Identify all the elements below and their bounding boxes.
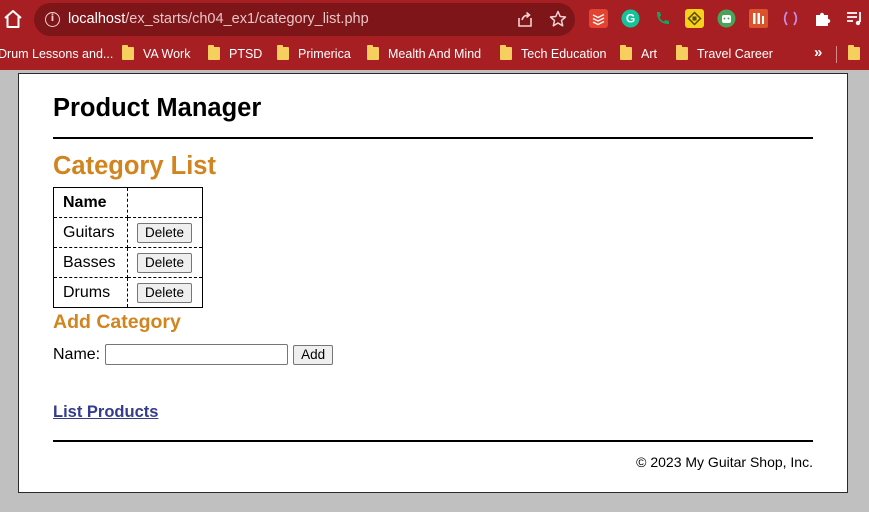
add-category-title: Add Category	[53, 311, 181, 333]
folder-icon	[848, 45, 860, 60]
table-row: Drums Delete	[53, 277, 203, 308]
list-products-link[interactable]: List Products	[53, 403, 158, 422]
bookmark-travel-career[interactable]: Travel Career	[676, 45, 773, 64]
category-table: Name Guitars Delete Basses Delete Drums …	[53, 187, 203, 308]
browser-toolbar: i localhost/ex_starts/ch04_ex1/category_…	[0, 0, 869, 38]
category-name: Guitars	[53, 217, 128, 248]
bookmark-mealth-and-mind[interactable]: Mealth And Mind	[367, 45, 481, 64]
add-button[interactable]: Add	[293, 344, 334, 365]
header-divider	[53, 137, 813, 139]
folder-icon	[208, 45, 220, 60]
bookmarks-divider	[836, 46, 837, 63]
svg-text:G: G	[626, 12, 635, 26]
todoist-icon[interactable]	[589, 9, 608, 28]
footer-divider	[53, 440, 813, 442]
bookmark-art[interactable]: Art	[620, 45, 657, 64]
column-header-actions	[127, 187, 203, 218]
share-icon[interactable]	[515, 10, 535, 30]
page-content: Product Manager Category List Name Guita…	[18, 73, 848, 493]
qr-icon[interactable]	[685, 9, 704, 28]
folder-icon	[367, 45, 379, 60]
phone-icon[interactable]	[653, 9, 672, 28]
folder-icon	[277, 45, 289, 60]
table-header-row: Name	[53, 187, 203, 218]
name-label: Name:	[53, 345, 101, 363]
bar-icon[interactable]	[749, 9, 768, 28]
bookmark-ptsd[interactable]: PTSD	[208, 45, 262, 64]
delete-button[interactable]: Delete	[137, 282, 193, 303]
url-text[interactable]: localhost/ex_starts/ch04_ex1/category_li…	[68, 11, 369, 27]
address-bar[interactable]: i localhost/ex_starts/ch04_ex1/category_…	[34, 3, 575, 36]
folder-icon	[676, 45, 688, 60]
footer-copyright: © 2023 My Guitar Shop, Inc.	[636, 454, 813, 470]
delete-button[interactable]: Delete	[137, 252, 193, 273]
table-row: Guitars Delete	[53, 217, 203, 248]
puzzle-icon[interactable]	[813, 9, 832, 28]
bookmark-star-icon[interactable]	[548, 9, 568, 29]
robot-icon[interactable]	[717, 9, 736, 28]
bookmark-va-work[interactable]: VA Work	[122, 45, 190, 64]
bookmark-drum-lessons[interactable]: Drum Lessons and...	[0, 46, 113, 64]
category-name: Drums	[53, 277, 128, 308]
bookmark-tech-education[interactable]: Tech Education	[500, 45, 606, 64]
table-row: Basses Delete	[53, 247, 203, 278]
delete-button[interactable]: Delete	[137, 222, 193, 243]
info-icon[interactable]: i	[45, 12, 60, 27]
bookmark-primerica[interactable]: Primerica	[277, 45, 351, 64]
folder-icon	[122, 45, 134, 60]
section-title: Category List	[53, 152, 216, 180]
more-bookmarks-button[interactable]: »	[814, 44, 822, 61]
add-category-form: Name: Add	[53, 344, 334, 365]
app-title: Product Manager	[53, 94, 262, 122]
folder-icon	[620, 45, 632, 60]
column-header-name: Name	[53, 187, 128, 218]
reading-list-icon[interactable]	[845, 9, 864, 28]
category-name-input[interactable]	[105, 344, 289, 365]
grammarly-icon[interactable]: G	[621, 9, 640, 28]
brackets-icon[interactable]	[781, 9, 800, 28]
category-name: Basses	[53, 247, 128, 278]
bookmarks-bar: Drum Lessons and... VA Work PTSD Primeri…	[0, 38, 869, 70]
home-icon[interactable]	[2, 8, 24, 30]
bookmark-folder-overflow[interactable]	[848, 45, 869, 64]
folder-icon	[500, 45, 512, 60]
